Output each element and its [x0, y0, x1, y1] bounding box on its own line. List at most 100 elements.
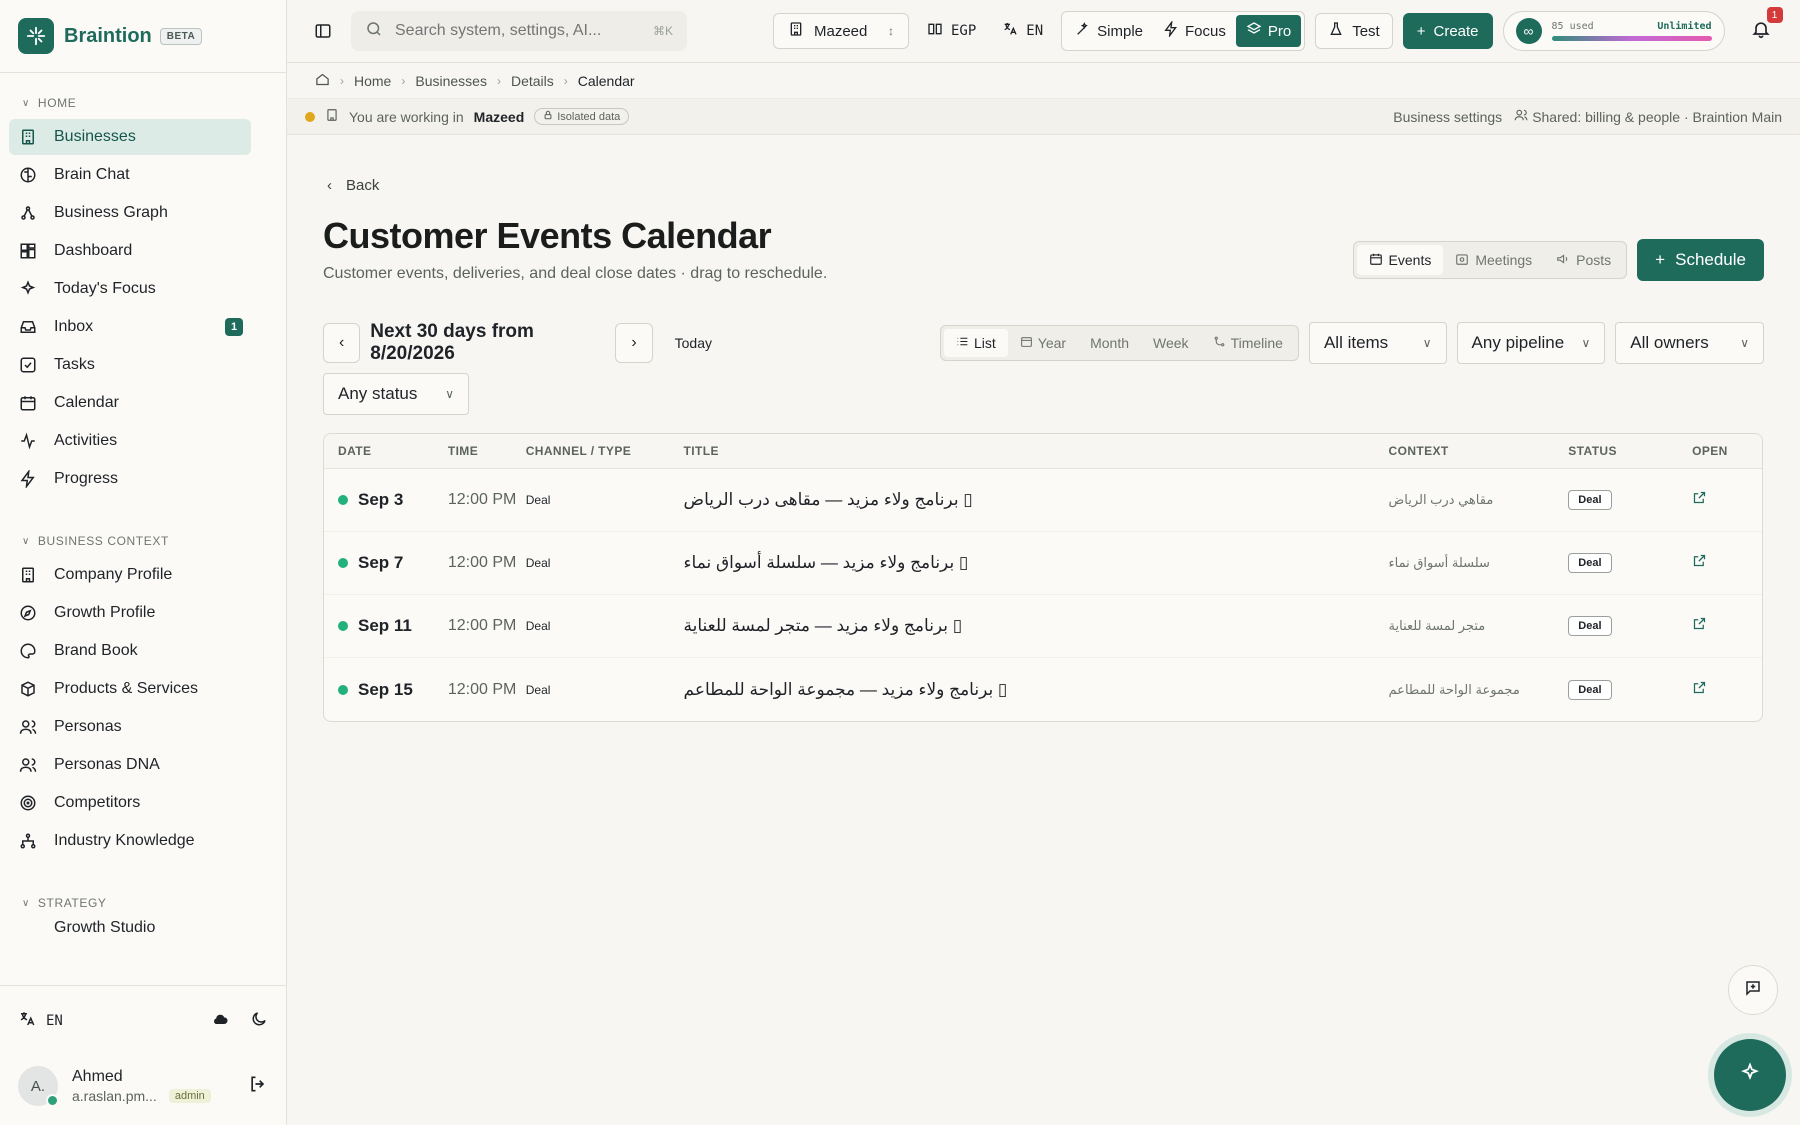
user-profile[interactable]: A. Ahmed a.raslan.pm... admin [18, 1056, 268, 1116]
sidebar-item-inbox[interactable]: Inbox 1 [9, 309, 251, 345]
tab-month[interactable]: Month [1078, 329, 1141, 357]
tab-events[interactable]: Events [1356, 245, 1444, 275]
schedule-button[interactable]: + Schedule [1637, 239, 1764, 281]
tab-list[interactable]: List [944, 329, 1008, 357]
external-link-icon[interactable] [1692, 553, 1707, 573]
sidebar-item-growth-profile[interactable]: Growth Profile [9, 595, 251, 631]
event-date: Sep 7 [358, 553, 404, 572]
sidebar-item-growth-studio[interactable]: Growth Studio [9, 919, 251, 933]
sidebar-item-progress[interactable]: Progress [9, 461, 251, 497]
table-row[interactable]: Sep 11 12:00 PM Deal ▯ برنامج ولاء مزيد — م… [324, 595, 1762, 658]
sidebar-item-brand-book[interactable]: Brand Book [9, 633, 251, 669]
context-prefix: You are working in [349, 108, 464, 125]
sidebar-item-competitors[interactable]: Competitors [9, 785, 251, 821]
tab-week[interactable]: Week [1141, 329, 1201, 357]
table-row[interactable]: Sep 15 12:00 PM Deal ▯ برنامج ولاء مزيد — م… [324, 658, 1762, 721]
translate-icon[interactable] [18, 1010, 36, 1032]
event-title[interactable]: ▯ برنامج ولاء مزيد — متجر لمسة للعناية [684, 616, 963, 635]
prev-range-button[interactable]: ‹ [323, 323, 361, 363]
owners-filter[interactable]: All owners ∨ [1615, 322, 1765, 364]
tab-meetings[interactable]: Meetings [1443, 245, 1544, 275]
section-home[interactable]: ∨ HOME [0, 89, 286, 117]
event-context: سلسلة أسواق نماء [1388, 555, 1490, 570]
sidebar-item-tasks[interactable]: Tasks [9, 347, 251, 383]
calendar-controls: ‹ Next 30 days from 8/20/2026 › Today Li… [323, 321, 1765, 365]
header-type[interactable]: CHANNEL / TYPE [526, 444, 684, 458]
tab-timeline[interactable]: Timeline [1201, 329, 1295, 357]
create-button[interactable]: + Create [1402, 13, 1493, 49]
logout-icon[interactable] [248, 1074, 268, 1099]
workspace-select[interactable]: Mazeed ↕ [773, 13, 909, 49]
business-settings-link[interactable]: Business settings [1393, 109, 1502, 125]
language-toggle[interactable]: EN [46, 1013, 63, 1029]
breadcrumb-details[interactable]: Details [511, 73, 554, 89]
search-bar[interactable]: ⌘K [351, 11, 687, 51]
test-button[interactable]: Test [1315, 13, 1393, 49]
cloud-icon[interactable] [210, 1009, 230, 1033]
mode-pro[interactable]: Pro [1235, 15, 1302, 47]
currency-toggle[interactable]: EGP [919, 13, 984, 49]
external-link-icon[interactable] [1692, 490, 1707, 510]
header-status[interactable]: STATUS [1568, 444, 1692, 458]
usage-meter[interactable]: ∞ 85 used Unlimited [1502, 11, 1725, 51]
list-icon [956, 335, 969, 351]
chevron-left-icon: ‹ [327, 176, 332, 194]
breadcrumb-businesses[interactable]: Businesses [415, 73, 487, 89]
back-button[interactable]: ‹ Back [323, 175, 1764, 195]
header-time[interactable]: TIME [448, 444, 526, 458]
mode-simple[interactable]: Simple [1065, 15, 1153, 47]
sidebar-toggle-icon[interactable] [305, 13, 341, 49]
table-row[interactable]: Sep 3 12:00 PM Deal ▯ برنامج ولاء مزيد — مق… [324, 469, 1762, 532]
sidebar-item-personas[interactable]: Personas [9, 709, 251, 745]
table-row[interactable]: Sep 7 12:00 PM Deal ▯ برنامج ولاء مزيد — سل… [324, 532, 1762, 595]
mode-focus[interactable]: Focus [1153, 15, 1236, 47]
language-toggle[interactable]: EN [994, 13, 1051, 49]
moon-icon[interactable] [250, 1010, 268, 1032]
external-link-icon[interactable] [1692, 616, 1707, 636]
status-badge: Deal [1568, 490, 1612, 510]
sidebar-item-label: Inbox [54, 318, 94, 335]
notifications-button[interactable]: 1 [1743, 7, 1783, 49]
breadcrumb-home[interactable]: Home [354, 73, 391, 89]
shared-info[interactable]: Shared: billing & people · Braintion Mai… [1532, 109, 1782, 125]
search-input[interactable] [395, 22, 635, 40]
sidebar-item-label: Industry Knowledge [54, 832, 195, 849]
sidebar-item-today-s-focus[interactable]: Today's Focus [9, 271, 251, 307]
sidebar-item-company-profile[interactable]: Company Profile [9, 557, 251, 593]
topbar: ⌘K Mazeed ↕ EGP EN [287, 0, 1800, 63]
sidebar-item-personas-dna[interactable]: Personas DNA [9, 747, 251, 783]
filter-value: Any pipeline [1471, 333, 1565, 352]
event-type: Deal [525, 556, 551, 570]
sidebar-item-products-services[interactable]: Products & Services [9, 671, 251, 707]
header-context[interactable]: CONTEXT [1389, 444, 1569, 458]
section-strategy[interactable]: ∨ STRATEGY [0, 889, 286, 917]
home-icon[interactable] [315, 72, 330, 90]
sidebar-item-brain-chat[interactable]: Brain Chat [9, 157, 251, 193]
event-title[interactable]: ▯ برنامج ولاء مزيد — سلسلة أسواق نماء [684, 553, 969, 572]
avatar[interactable]: A. [18, 1066, 59, 1107]
event-title[interactable]: ▯ برنامج ولاء مزيد — مجموعة الواحة للمطا… [684, 680, 1008, 699]
brand-logo-icon[interactable] [18, 18, 54, 54]
event-title[interactable]: ▯ برنامج ولاء مزيد — مقاهى درب الرياض [684, 490, 973, 509]
sidebar-item-calendar[interactable]: Calendar [9, 385, 251, 421]
next-range-button[interactable]: › [615, 323, 653, 363]
feedback-button[interactable] [1728, 965, 1778, 1015]
tab-posts[interactable]: Posts [1544, 245, 1623, 275]
items-filter[interactable]: All items ∨ [1308, 322, 1447, 364]
status-filter[interactable]: Any status ∨ [323, 373, 469, 415]
sidebar-item-business-graph[interactable]: Business Graph [9, 195, 251, 231]
external-link-icon[interactable] [1692, 680, 1707, 700]
ai-assistant-button[interactable] [1714, 1039, 1786, 1111]
mode-switcher: Simple Focus Pro [1061, 11, 1306, 51]
sidebar-item-businesses[interactable]: Businesses [9, 119, 251, 155]
header-title[interactable]: TITLE [684, 444, 1389, 458]
pipeline-filter[interactable]: Any pipeline ∨ [1456, 322, 1606, 364]
header-date[interactable]: DATE [324, 444, 448, 458]
today-button[interactable]: Today [663, 335, 724, 351]
brain-icon [18, 165, 38, 185]
tab-year[interactable]: Year [1008, 329, 1078, 357]
section-business-context[interactable]: ∨ BUSINESS CONTEXT [0, 527, 286, 555]
sidebar-item-dashboard[interactable]: Dashboard [9, 233, 251, 269]
sidebar-item-activities[interactable]: Activities [9, 423, 251, 459]
sidebar-item-industry-knowledge[interactable]: Industry Knowledge [9, 823, 251, 859]
